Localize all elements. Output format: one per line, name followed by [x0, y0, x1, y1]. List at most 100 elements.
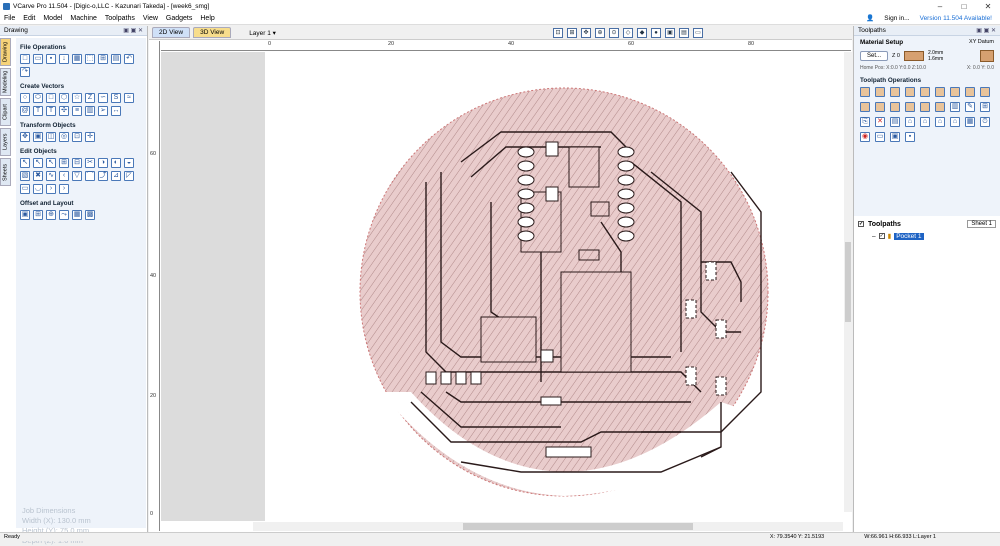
- toolpath-name[interactable]: Pocket 1: [894, 232, 924, 240]
- rectangle-icon[interactable]: □: [46, 93, 56, 103]
- menu-view[interactable]: View: [139, 15, 162, 22]
- star-icon[interactable]: ☆: [72, 93, 82, 103]
- finishing-icon[interactable]: [890, 102, 900, 112]
- fit-icon[interactable]: ▩: [85, 210, 95, 220]
- measure-icon[interactable]: ▥: [85, 106, 95, 116]
- view-icon[interactable]: ⊙: [609, 28, 619, 38]
- layer-selector[interactable]: Layer 1 ▾: [249, 29, 276, 37]
- user-icon[interactable]: 👤: [866, 14, 874, 22]
- array-icon[interactable]: ⊞: [33, 210, 43, 220]
- prism-icon[interactable]: [965, 87, 975, 97]
- rotate-icon[interactable]: ◎: [59, 132, 69, 142]
- dimension-icon[interactable]: ≡: [72, 106, 82, 116]
- circular-array-icon[interactable]: ⊕: [46, 210, 56, 220]
- stop-icon[interactable]: ◉: [860, 132, 870, 142]
- minimize-button[interactable]: –: [928, 2, 952, 11]
- align-icon[interactable]: ▣: [33, 132, 43, 142]
- weld-icon[interactable]: ◑: [98, 158, 108, 168]
- polyline-icon[interactable]: Z: [85, 93, 95, 103]
- pocket-toolpath-icon[interactable]: [875, 87, 885, 97]
- group-icon[interactable]: ⊞: [59, 158, 69, 168]
- curve-fit-icon[interactable]: ⌒: [85, 171, 95, 181]
- circle-icon[interactable]: ○: [20, 93, 30, 103]
- import-icon[interactable]: ↓: [59, 54, 69, 64]
- moulding-icon[interactable]: [980, 87, 990, 97]
- trim-line-icon[interactable]: ⊿: [111, 171, 121, 181]
- box-icon[interactable]: ▭: [20, 184, 30, 194]
- top-view-icon[interactable]: ◆: [637, 28, 647, 38]
- pin-icon[interactable]: ▣ ▣ ✕: [123, 27, 143, 34]
- ellipse-icon[interactable]: ⬭: [33, 93, 43, 103]
- tab-layers[interactable]: Layers: [0, 128, 11, 156]
- toolpath-row[interactable]: – ✓ ▮ Pocket 1: [872, 232, 996, 240]
- copy-icon[interactable]: ⎘: [860, 117, 870, 127]
- iso-view-icon[interactable]: ◇: [623, 28, 633, 38]
- material-set-button[interactable]: Set...: [860, 51, 889, 61]
- close-vector-icon[interactable]: ✖: [33, 171, 43, 181]
- texture-icon[interactable]: [860, 102, 870, 112]
- preview-icon[interactable]: ⌂: [905, 117, 915, 127]
- sphere-icon[interactable]: [935, 102, 945, 112]
- sheet-select[interactable]: Sheet 1: [967, 220, 996, 228]
- tab-3d-view[interactable]: 3D View: [193, 27, 232, 38]
- offset-icon[interactable]: ▣: [20, 210, 30, 220]
- merge-icon[interactable]: ⊞: [980, 102, 990, 112]
- arc-icon[interactable]: S: [111, 93, 121, 103]
- zoom-icon[interactable]: ⊕: [595, 28, 605, 38]
- save-toolpath-icon[interactable]: ▭: [875, 132, 885, 142]
- interactive-icon[interactable]: ↖: [46, 158, 56, 168]
- menu-gadgets[interactable]: Gadgets: [162, 15, 196, 22]
- text-arc-icon[interactable]: ✣: [59, 106, 69, 116]
- triangle-icon[interactable]: ▽: [72, 171, 82, 181]
- shaded-icon[interactable]: ▣: [665, 28, 675, 38]
- save-icon[interactable]: ▪: [46, 54, 56, 64]
- reset-icon[interactable]: ⌂: [935, 117, 945, 127]
- copy-along-icon[interactable]: ⤳: [59, 210, 69, 220]
- fit-view-icon[interactable]: ▭: [693, 28, 703, 38]
- render-icon[interactable]: ●: [651, 28, 661, 38]
- menu-file[interactable]: File: [0, 15, 19, 22]
- chamfer-icon[interactable]: [905, 102, 915, 112]
- subtract-icon[interactable]: ◐: [111, 158, 121, 168]
- select-icon[interactable]: ↖: [20, 158, 30, 168]
- polygon-icon[interactable]: ⬡: [59, 93, 69, 103]
- inlay-icon[interactable]: [935, 87, 945, 97]
- open-vector-icon[interactable]: ›: [46, 184, 56, 194]
- print-icon[interactable]: ▤: [111, 54, 121, 64]
- print-summary-icon[interactable]: ▣: [890, 132, 900, 142]
- quick-engrave-icon[interactable]: [905, 87, 915, 97]
- select-all-icon[interactable]: ⬚: [85, 54, 95, 64]
- close-button[interactable]: ✕: [976, 2, 1000, 11]
- datum-block-icon[interactable]: [980, 50, 994, 62]
- dimension-line-icon[interactable]: ↔: [111, 106, 121, 116]
- horizontal-scrollbar[interactable]: [253, 522, 843, 531]
- menu-edit[interactable]: Edit: [19, 15, 39, 22]
- intersect-icon[interactable]: ◒: [124, 158, 134, 168]
- join-icon[interactable]: ▧: [20, 171, 30, 181]
- fluting-icon[interactable]: [950, 87, 960, 97]
- toolpaths-visibility-checkbox[interactable]: ✓: [858, 221, 864, 227]
- template-icon[interactable]: ▤: [890, 117, 900, 127]
- distort-icon[interactable]: ✛: [85, 132, 95, 142]
- delete-icon[interactable]: ✕: [875, 117, 885, 127]
- toolpath-checkbox[interactable]: ✓: [878, 233, 885, 239]
- zoom-box-icon[interactable]: ⊞: [567, 28, 577, 38]
- horizontal-scroll-thumb[interactable]: [463, 523, 693, 530]
- tab-drawing[interactable]: Drawing: [0, 38, 11, 66]
- roughing-icon[interactable]: [875, 102, 885, 112]
- zoom-extents-icon[interactable]: ⊡: [553, 28, 563, 38]
- text-frame-icon[interactable]: T: [46, 106, 56, 116]
- pin-icon[interactable]: ▣ ▣ ✕: [976, 27, 996, 34]
- ungroup-icon[interactable]: ⊟: [72, 158, 82, 168]
- edit-tool-icon[interactable]: ✎: [965, 102, 975, 112]
- menu-machine[interactable]: Machine: [66, 15, 100, 22]
- extend-icon[interactable]: ⤴: [98, 171, 108, 181]
- curve-icon[interactable]: ∽: [98, 93, 108, 103]
- spiral-icon[interactable]: @: [20, 106, 30, 116]
- layers-icon[interactable]: ▤: [679, 28, 689, 38]
- smooth-icon[interactable]: ∿: [46, 171, 56, 181]
- profile-toolpath-icon[interactable]: [860, 87, 870, 97]
- menu-toolpaths[interactable]: Toolpaths: [101, 15, 139, 22]
- open-file-icon[interactable]: ▭: [33, 54, 43, 64]
- vertical-scrollbar[interactable]: [844, 52, 852, 512]
